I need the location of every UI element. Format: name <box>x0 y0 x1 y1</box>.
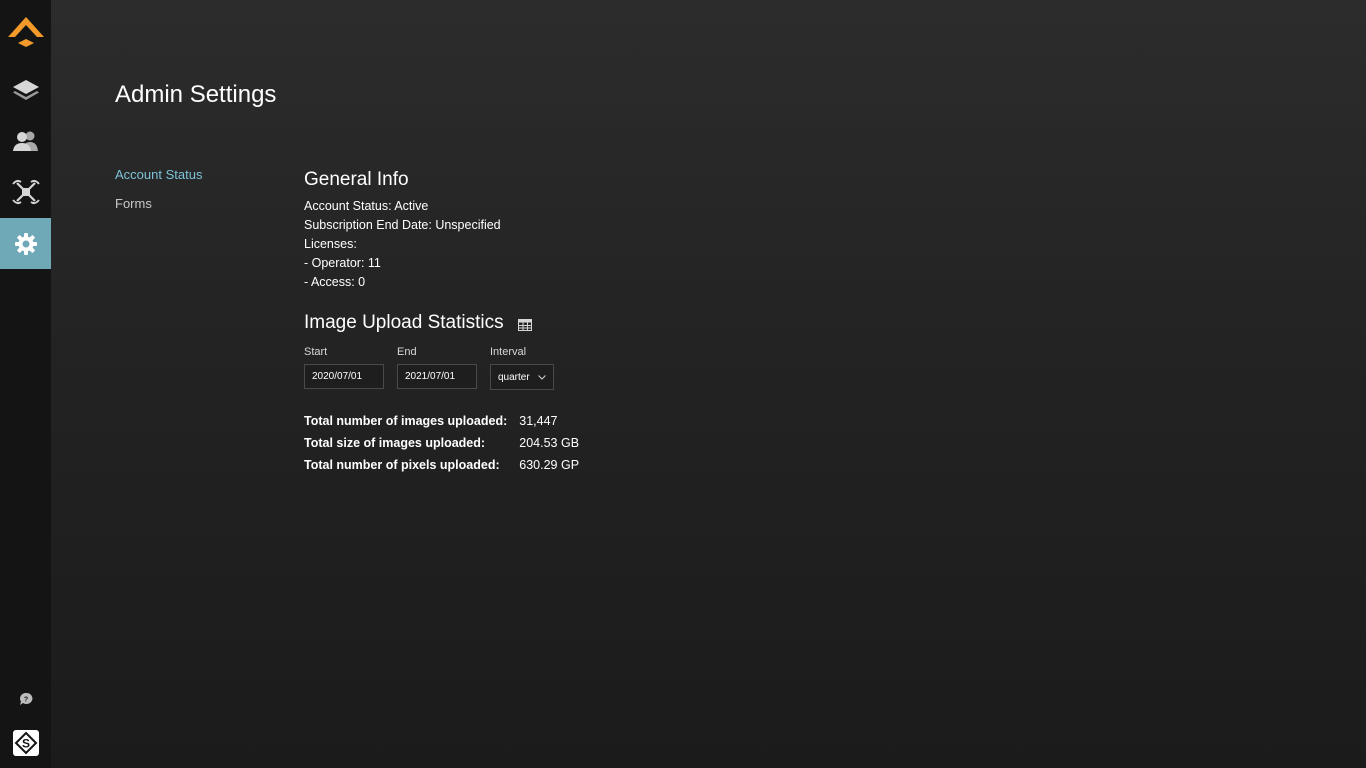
stat-value: 31,447 <box>519 414 558 428</box>
svg-text:?: ? <box>23 696 27 703</box>
stat-value: 204.53 GB <box>519 436 580 450</box>
subnav-item-forms[interactable]: Forms <box>115 196 202 211</box>
end-date-label: End <box>397 346 417 358</box>
table-row: Total size of images uploaded: 204.53 GB <box>304 432 579 454</box>
start-date-label: Start <box>304 346 328 358</box>
gear-icon <box>14 232 37 255</box>
chat-help-icon: ? <box>19 692 32 705</box>
stat-label: Total number of images uploaded: <box>304 414 508 428</box>
table-row: Total number of pixels uploaded: 630.29 … <box>304 454 579 476</box>
svg-text:S: S <box>21 736 29 750</box>
end-date-control: End <box>397 346 477 390</box>
layers-icon <box>12 79 39 100</box>
brand-logo-icon: S <box>12 729 39 756</box>
chevron-logo-icon <box>7 16 44 47</box>
settings-subnav: Account Status Forms <box>115 167 202 225</box>
interval-label: Interval <box>490 346 527 358</box>
sidebar: ? S <box>0 0 51 768</box>
general-info-title: General Info <box>304 169 409 190</box>
stat-value: 630.29 GP <box>519 458 580 472</box>
stat-label: Total size of images uploaded: <box>304 436 486 450</box>
chevron-down-icon <box>538 374 546 380</box>
app-window: ? S Admin Settings Account Status Forms … <box>0 0 1366 768</box>
sidebar-item-layers[interactable] <box>0 64 51 115</box>
upload-stats-table: Total number of images uploaded: 31,447 … <box>304 410 579 476</box>
sidebar-item-settings[interactable] <box>0 218 51 269</box>
upload-stats-title: Image Upload Statistics <box>304 312 504 333</box>
start-date-control: Start <box>304 346 384 390</box>
end-date-input[interactable] <box>397 364 477 389</box>
brand-logo-button[interactable]: S <box>0 717 51 768</box>
table-row: Total number of images uploaded: 31,447 <box>304 410 579 432</box>
drone-icon <box>11 179 40 204</box>
table-icon[interactable] <box>517 318 532 331</box>
stats-filter-controls: Start End Interval quarter <box>304 346 824 390</box>
upload-stats-section: Image Upload Statistics Start 2020/07/01… <box>304 312 824 476</box>
upload-stats-header: Image Upload Statistics <box>304 312 824 334</box>
page-title: Admin Settings <box>115 81 277 108</box>
sidebar-item-users[interactable] <box>0 115 51 166</box>
sidebar-item-drones[interactable] <box>0 166 51 217</box>
interval-select[interactable]: quarter <box>490 364 554 390</box>
subscription-end-line: Subscription End Date: Unspecified <box>304 218 501 232</box>
account-status-line: Account Status: Active <box>304 199 429 213</box>
subnav-item-account-status[interactable]: Account Status <box>115 167 202 182</box>
interval-control: Interval quarter <box>490 346 554 390</box>
start-date-input[interactable] <box>304 364 384 389</box>
general-info-section: General Info Account Status: Active Subs… <box>304 169 824 292</box>
users-icon <box>12 131 38 151</box>
access-license-line: - Access: 0 <box>304 275 366 289</box>
account-status-panel: General Info Account Status: Active Subs… <box>304 169 824 476</box>
interval-selected-value: quarter <box>498 371 530 383</box>
main-content: Admin Settings Account Status Forms Gene… <box>51 0 1366 768</box>
licenses-heading: Licenses: <box>304 237 357 251</box>
stat-label: Total number of pixels uploaded: <box>304 458 500 472</box>
home-logo-button[interactable] <box>0 6 51 57</box>
operator-license-line: - Operator: 11 <box>304 256 381 270</box>
